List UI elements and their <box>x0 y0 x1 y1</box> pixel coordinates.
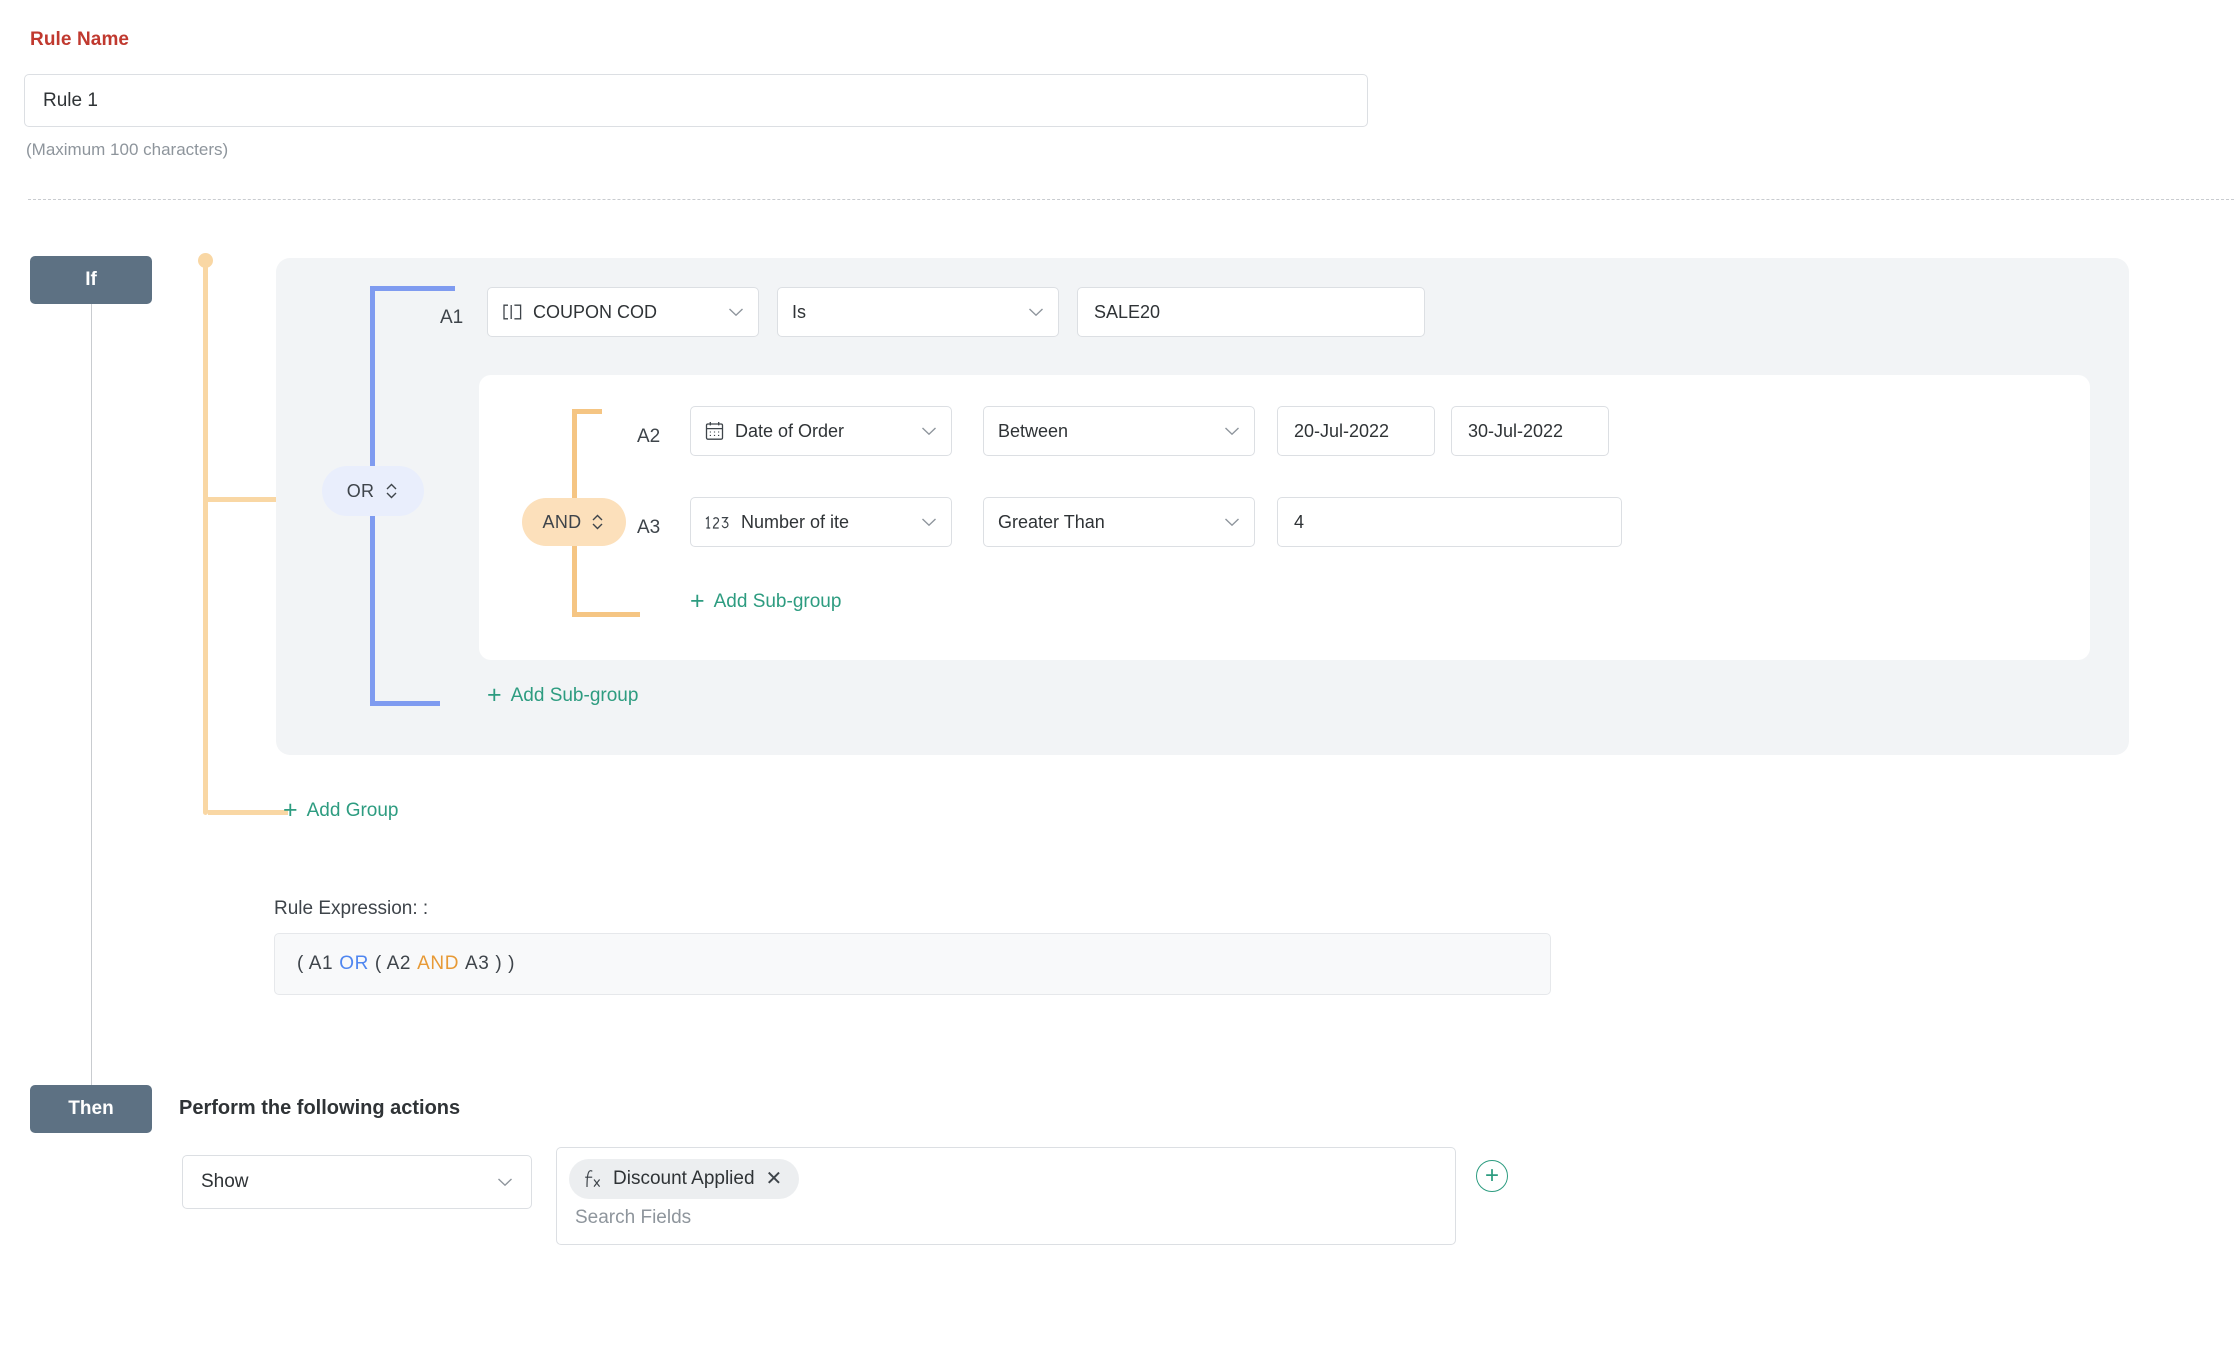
and-operator-toggle[interactable]: AND <box>522 498 626 546</box>
if-badge: If <box>30 256 152 304</box>
condition-a2-value-from-text: 20-Jul-2022 <box>1294 420 1390 441</box>
plus-icon: + <box>283 796 298 824</box>
or-operator-toggle[interactable]: OR <box>322 466 424 516</box>
or-operator-label: OR <box>346 480 375 501</box>
condition-a3-value-input[interactable]: 4 <box>1277 497 1622 547</box>
condition-a3-operator-label: Greater Than <box>998 511 1105 532</box>
chevron-down-icon <box>1224 426 1240 436</box>
and-operator-label: AND <box>542 511 582 532</box>
condition-id-a1: A1 <box>440 307 464 328</box>
expression-close: A3 ) ) <box>465 953 516 974</box>
chevron-down-icon <box>1224 517 1240 527</box>
expression-open: ( A1 <box>297 953 334 974</box>
rule-expression-box: ( A1 OR ( A2 AND A3 ) ) <box>274 933 1551 995</box>
function-fx-icon <box>584 1168 602 1190</box>
add-action-button[interactable]: + <box>1476 1160 1508 1192</box>
chevron-updown-icon <box>384 481 399 501</box>
action-type-select[interactable]: Show <box>182 1155 532 1209</box>
if-then-spine <box>91 304 92 1085</box>
condition-a2-field-select[interactable]: Date of Order <box>690 406 952 456</box>
chevron-updown-icon <box>590 512 605 532</box>
calendar-icon <box>705 421 724 441</box>
add-subgroup-inner-button[interactable]: + Add Sub-group <box>690 589 841 614</box>
actions-title: Perform the following actions <box>179 1097 461 1119</box>
condition-id-a2: A2 <box>637 426 661 447</box>
plus-icon: + <box>487 681 502 709</box>
condition-a3-field-select[interactable]: Number of ite <box>690 497 952 547</box>
rule-builder-page: Rule Name (Maximum 100 characters) If Th… <box>0 0 2234 1348</box>
group-rail <box>203 262 208 815</box>
or-bracket-bottom-arm <box>370 701 440 706</box>
add-group-button[interactable]: + Add Group <box>283 798 399 823</box>
section-divider <box>28 199 2234 200</box>
chevron-down-icon <box>921 426 937 436</box>
condition-a1-value-input[interactable]: SALE20 <box>1077 287 1425 337</box>
condition-a1-value-text: SALE20 <box>1094 301 1161 322</box>
action-fields-box[interactable]: Discount Applied ✕ Search Fields <box>556 1147 1456 1245</box>
number-123-icon <box>705 515 730 530</box>
condition-a2-value-from-input[interactable]: 20-Jul-2022 <box>1277 406 1435 456</box>
rule-name-hint: (Maximum 100 characters) <box>26 140 229 159</box>
condition-a3-value-text: 4 <box>1294 511 1305 532</box>
condition-a2-value-to-text: 30-Jul-2022 <box>1468 420 1564 441</box>
close-icon[interactable]: ✕ <box>766 1169 783 1189</box>
add-subgroup-inner-label: Add Sub-group <box>713 590 842 612</box>
condition-a1-operator-label: Is <box>792 301 807 322</box>
expression-or-token: OR <box>339 953 369 974</box>
condition-a2-operator-select[interactable]: Between <box>983 406 1255 456</box>
selected-field-label: Discount Applied <box>613 1168 755 1189</box>
or-bracket-top-arm <box>370 286 455 291</box>
chevron-down-icon <box>728 307 744 317</box>
condition-a3-operator-select[interactable]: Greater Than <box>983 497 1255 547</box>
expression-and-token: AND <box>417 953 460 974</box>
group-rail-foot <box>208 810 288 815</box>
chevron-down-icon <box>497 1177 513 1187</box>
condition-a2-field-label: Date of Order <box>735 420 845 441</box>
condition-a2-value-to-input[interactable]: 30-Jul-2022 <box>1451 406 1609 456</box>
search-fields-input[interactable]: Search Fields <box>575 1207 691 1229</box>
rule-name-label: Rule Name <box>30 29 130 50</box>
rule-name-input[interactable] <box>24 74 1368 127</box>
add-group-label: Add Group <box>306 799 399 821</box>
plus-icon: + <box>690 587 705 615</box>
condition-a3-field-label: Number of ite <box>741 511 850 532</box>
selected-field-chip[interactable]: Discount Applied ✕ <box>569 1159 800 1199</box>
then-badge: Then <box>30 1085 152 1133</box>
condition-a1-field-label: COUPON COD <box>533 301 658 322</box>
rule-expression-label: Rule Expression: : <box>274 898 429 919</box>
add-subgroup-outer-label: Add Sub-group <box>510 684 639 706</box>
add-subgroup-outer-button[interactable]: + Add Sub-group <box>487 683 638 708</box>
chevron-down-icon <box>1028 307 1044 317</box>
text-field-icon <box>502 304 522 320</box>
chevron-down-icon <box>921 517 937 527</box>
condition-id-a3: A3 <box>637 517 661 538</box>
expression-mid: ( A2 <box>374 953 412 974</box>
action-type-label: Show <box>201 1171 249 1192</box>
condition-a1-field-select[interactable]: COUPON COD <box>487 287 759 337</box>
subgroup-rail-foot <box>572 612 640 617</box>
condition-a1-operator-select[interactable]: Is <box>777 287 1059 337</box>
condition-a2-operator-label: Between <box>998 420 1069 441</box>
